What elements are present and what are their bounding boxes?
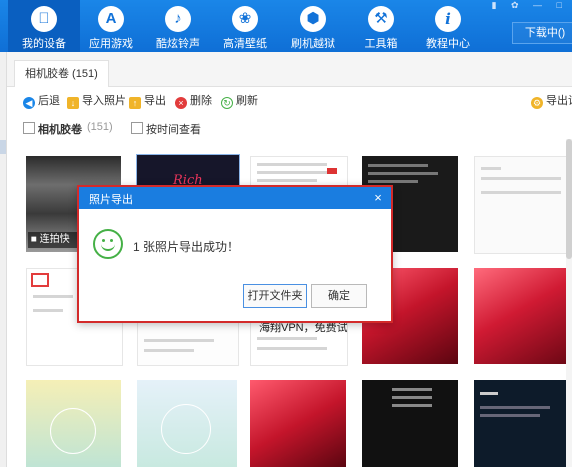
nav-label: 应用游戏 — [89, 38, 133, 50]
refresh-button[interactable]: ↻ 刷新 — [221, 93, 258, 109]
dialog-title: 照片导出 — [89, 194, 133, 206]
close-icon[interactable]: × — [369, 189, 387, 207]
export-success-dialog: 照片导出 × 1 张照片导出成功！ 打开文件夹 确定 — [77, 185, 393, 323]
refresh-icon: ↻ — [221, 97, 233, 109]
export-folder-icon: ↑ — [129, 97, 141, 109]
back-arrow-icon: ◀ — [23, 97, 35, 109]
smiley-mouth — [101, 241, 115, 251]
delete-button[interactable]: × 删除 — [175, 93, 212, 109]
text-line — [33, 309, 63, 312]
ok-button[interactable]: 确定 — [311, 284, 367, 308]
flower-icon: ❀ — [232, 6, 258, 32]
gear-icon: ⚙ — [531, 97, 543, 109]
left-sidebar-strip — [0, 52, 7, 467]
smiley-icon — [93, 229, 123, 259]
album-label: 相机胶卷 — [38, 124, 82, 136]
photo-toolbar: ◀后退 ↓导入照片 ↑导出 ×删除 ↻刷新 ⚙导出设 — [7, 87, 572, 115]
nav-label: 教程中心 — [426, 38, 470, 50]
text-line — [368, 172, 438, 175]
nav-flash-jailbreak[interactable]: ⬢ 刷机越狱 — [277, 0, 349, 52]
text-line — [257, 171, 337, 174]
sidebar-marker — [0, 140, 6, 154]
text-line — [481, 177, 561, 180]
text-line — [144, 339, 214, 342]
export-button[interactable]: ↑ 导出 — [129, 93, 166, 109]
back-label: 后退 — [38, 95, 60, 107]
text-line — [33, 295, 73, 298]
dropbox-icon: ⬢ — [300, 6, 326, 32]
nav-wallpapers[interactable]: ❀ 高清壁纸 — [209, 0, 281, 52]
import-folder-icon: ↓ — [67, 97, 79, 109]
by-time-label: 按时间查看 — [146, 124, 201, 136]
text-line — [257, 337, 317, 340]
photo-thumbnail[interactable] — [137, 380, 237, 467]
text-line — [392, 396, 432, 399]
text-line — [481, 191, 561, 194]
text-line — [368, 164, 428, 167]
circle-outline — [50, 408, 96, 454]
text-line — [257, 347, 327, 350]
nav-label: 工具箱 — [364, 38, 398, 50]
text-line — [392, 404, 432, 407]
nav-tutorials[interactable]: i 教程中心 — [412, 0, 484, 52]
album-count: (151) — [87, 121, 113, 133]
tab-bar: 相机胶卷 (151) — [7, 52, 572, 87]
photo-caption: ■ 连拍快 — [28, 232, 80, 248]
red-marker — [327, 168, 337, 174]
text-line — [480, 406, 550, 409]
apple-icon:  — [31, 6, 57, 32]
text-line — [144, 349, 194, 352]
nav-apps-games[interactable]: A 应用游戏 — [75, 0, 147, 52]
filter-row: 相机胶卷 (151) 按时间查看 — [7, 117, 572, 139]
nav-label: 酷炫铃声 — [156, 38, 200, 50]
nav-ringtones[interactable]: ♪ 酷炫铃声 — [142, 0, 214, 52]
by-time-checkbox[interactable] — [131, 122, 143, 134]
tools-icon: ⚒ — [368, 6, 394, 32]
nav-toolbox[interactable]: ⚒ 工具箱 — [345, 0, 417, 52]
import-label: 导入照片 — [82, 95, 126, 107]
nav-label: 我的设备 — [22, 38, 66, 50]
info-icon: i — [435, 6, 461, 32]
export-settings-button[interactable]: ⚙导出设 — [531, 93, 572, 109]
text-line — [392, 388, 432, 391]
text-line — [257, 163, 327, 166]
photo-thumbnail[interactable] — [474, 268, 570, 364]
text-line — [368, 180, 418, 183]
top-nav-bar:  我的设备 A 应用游戏 ♪ 酷炫铃声 ❀ 高清壁纸 ⬢ 刷机越狱 ⚒ 工具箱… — [0, 0, 572, 52]
dialog-title-bar: 照片导出 × — [79, 187, 391, 209]
text-line — [481, 167, 501, 170]
refresh-label: 刷新 — [236, 95, 258, 107]
scrollbar-thumb[interactable] — [566, 139, 572, 259]
nav-label: 刷机越狱 — [291, 38, 335, 50]
text-line — [480, 392, 498, 395]
window-controls[interactable]: ▮ ✿ — □ — [492, 0, 568, 10]
download-button[interactable]: 下载中() — [512, 22, 572, 44]
nav-my-device[interactable]:  我的设备 — [8, 0, 80, 52]
export-label: 导出 — [144, 95, 166, 107]
circle-outline — [161, 404, 211, 454]
photo-thumbnail[interactable] — [362, 380, 458, 467]
grid-scrollbar[interactable] — [566, 139, 572, 467]
burst-caption: 连拍快 — [39, 234, 70, 245]
bell-icon: ♪ — [165, 6, 191, 32]
photo-thumbnail[interactable] — [474, 380, 570, 467]
photo-thumbnail[interactable] — [250, 380, 346, 467]
photo-thumbnail[interactable] — [474, 156, 572, 254]
dialog-message: 1 张照片导出成功！ — [133, 240, 240, 254]
nav-label: 高清壁纸 — [223, 38, 267, 50]
album-checkbox[interactable] — [23, 122, 35, 134]
export-settings-label: 导出设 — [546, 95, 572, 107]
tab-camera-roll[interactable]: 相机胶卷 (151) — [14, 60, 109, 87]
back-button[interactable]: ◀ 后退 — [23, 93, 60, 109]
app-icon — [31, 273, 49, 287]
delete-label: 删除 — [190, 95, 212, 107]
photo-thumbnail[interactable] — [26, 380, 121, 467]
import-photos-button[interactable]: ↓ 导入照片 — [67, 93, 126, 109]
open-folder-button[interactable]: 打开文件夹 — [243, 284, 307, 308]
text-line — [257, 179, 317, 182]
delete-icon: × — [175, 97, 187, 109]
appstore-icon: A — [98, 6, 124, 32]
text-line — [480, 414, 540, 417]
